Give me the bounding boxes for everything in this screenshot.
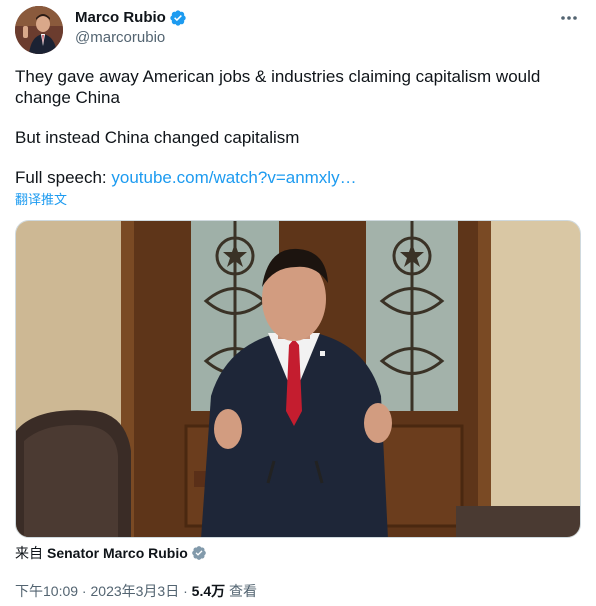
tweet-media-image[interactable] [15,220,581,538]
avatar[interactable] [15,6,63,54]
gray-verified-badge-icon [191,545,207,561]
verified-badge-icon[interactable] [169,9,187,27]
meta-separator: · [78,583,91,599]
meta-separator-2: · [179,583,192,599]
youtube-link[interactable]: youtube.com/watch?v=anmxly… [111,168,356,187]
author-name-row: Marco Rubio [75,8,187,28]
tweet-time[interactable]: 下午10:09 [15,583,78,599]
tweet-paragraph-2: But instead China changed capitalism [15,128,300,147]
tweet-paragraph-3: Full speech: youtube.com/watch?v=anmxly… [15,167,357,188]
more-icon[interactable] [558,8,580,28]
author-display-name[interactable]: Marco Rubio [75,8,166,28]
full-speech-label: Full speech: [15,168,112,187]
tweet-date[interactable]: 2023年3月3日 [91,583,180,599]
views-count: 5.4万 [191,583,226,599]
author-handle[interactable]: @marcorubio [75,28,165,48]
tweet-card: Marco Rubio @marcorubio They gave away A… [0,0,596,606]
tweet-meta: 下午10:09 · 2023年3月3日 · 5.4万 查看 [15,582,257,600]
views-label: 查看 [225,583,258,599]
source-attribution: 来自 Senator Marco Rubio [15,544,207,562]
source-account-name[interactable]: Senator Marco Rubio [47,544,188,562]
tweet-paragraph-1: They gave away American jobs & industrie… [15,67,541,107]
translate-tweet-link[interactable]: 翻译推文 [15,192,67,208]
source-from-label: 来自 [15,545,43,561]
